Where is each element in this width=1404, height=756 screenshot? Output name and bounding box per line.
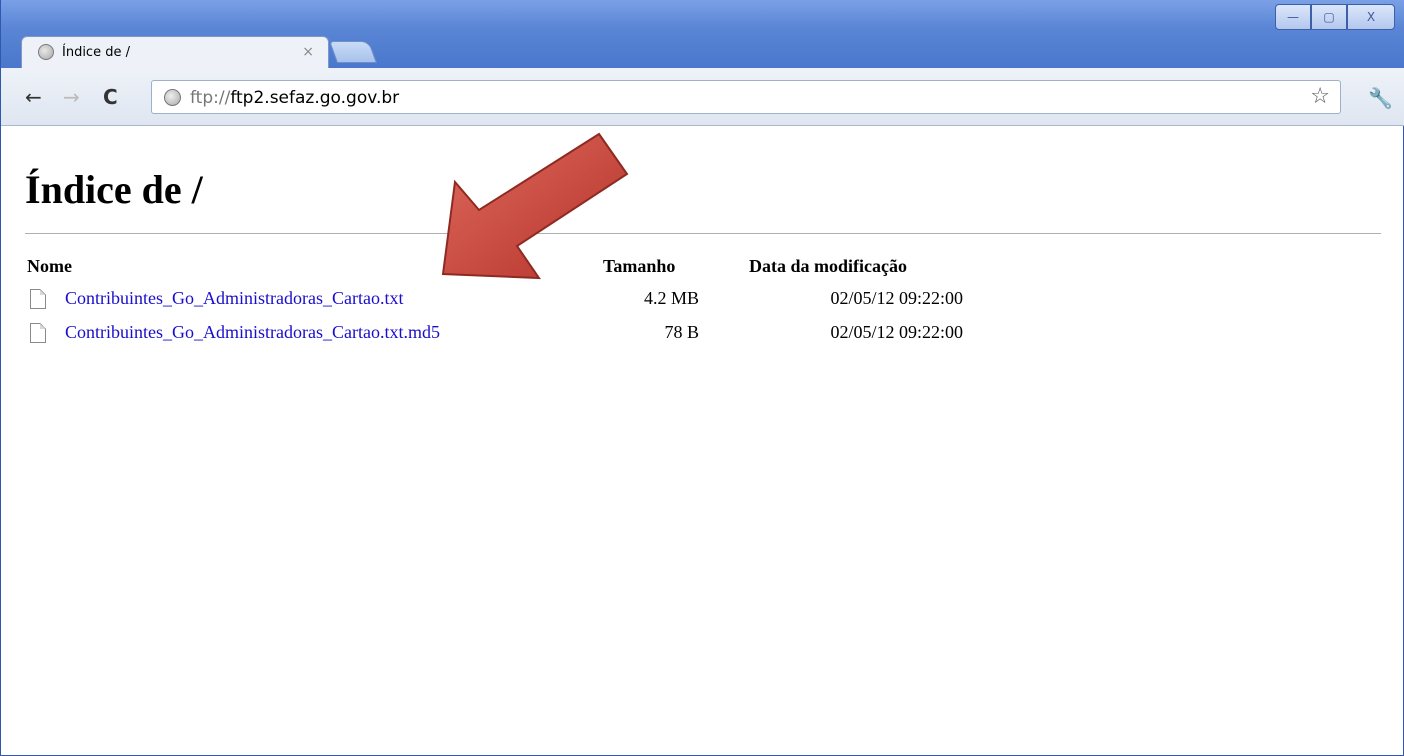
close-window-button[interactable]: X <box>1347 4 1395 30</box>
minimize-icon: — <box>1287 10 1299 24</box>
table-row: Contribuintes_Go_Administradoras_Cartao.… <box>1 322 1001 352</box>
maximize-button[interactable]: ▢ <box>1311 4 1347 30</box>
globe-icon <box>164 89 181 106</box>
page-title: Índice de / <box>25 167 203 212</box>
file-link[interactable]: Contribuintes_Go_Administradoras_Cartao.… <box>65 322 440 343</box>
column-header-name: Nome <box>27 256 72 276</box>
file-link[interactable]: Contribuintes_Go_Administradoras_Cartao.… <box>65 288 403 309</box>
red-arrow-annotation <box>441 132 629 280</box>
divider <box>25 233 1381 234</box>
arrow-shape <box>441 132 629 280</box>
file-icon <box>30 323 46 343</box>
browser-window: — ▢ X Índice de / × ← → C ftp://ftp2.sef… <box>0 0 1404 756</box>
new-tab-button[interactable] <box>328 41 378 63</box>
back-arrow-icon[interactable]: ← <box>25 86 42 108</box>
file-date: 02/05/12 09:22:00 <box>830 322 963 342</box>
reload-icon[interactable]: C <box>103 86 118 108</box>
wrench-menu-icon[interactable]: 🔧 <box>1368 86 1393 110</box>
page-content: Índice de / Nome Tamanho Data da modific… <box>1 126 1404 756</box>
forward-arrow-icon[interactable]: → <box>63 86 80 108</box>
file-size: 78 B <box>664 322 699 342</box>
tab-active[interactable]: Índice de / × <box>21 36 329 68</box>
url-scheme: ftp:// <box>190 88 231 108</box>
bookmark-star-icon[interactable]: ☆ <box>1310 84 1330 109</box>
maximize-icon: ▢ <box>1323 10 1335 24</box>
tab-close-icon[interactable]: × <box>302 44 314 60</box>
globe-icon <box>38 44 54 60</box>
toolbar: ← → C ftp://ftp2.sefaz.go.gov.br ☆ 🔧 <box>1 68 1404 126</box>
minimize-button[interactable]: — <box>1275 4 1311 30</box>
close-icon: X <box>1366 10 1376 24</box>
file-icon <box>30 289 46 309</box>
tab-title: Índice de / <box>62 45 130 60</box>
file-date: 02/05/12 09:22:00 <box>830 288 963 308</box>
url-host: ftp2.sefaz.go.gov.br <box>230 88 400 108</box>
window-controls: — ▢ X <box>1275 4 1395 30</box>
column-header-date: Data da modificação <box>749 256 907 276</box>
url-text[interactable]: ftp://ftp2.sefaz.go.gov.br <box>190 88 399 108</box>
address-bar[interactable]: ftp://ftp2.sefaz.go.gov.br ☆ <box>151 80 1341 114</box>
title-bar: — ▢ X Índice de / × <box>1 0 1404 68</box>
